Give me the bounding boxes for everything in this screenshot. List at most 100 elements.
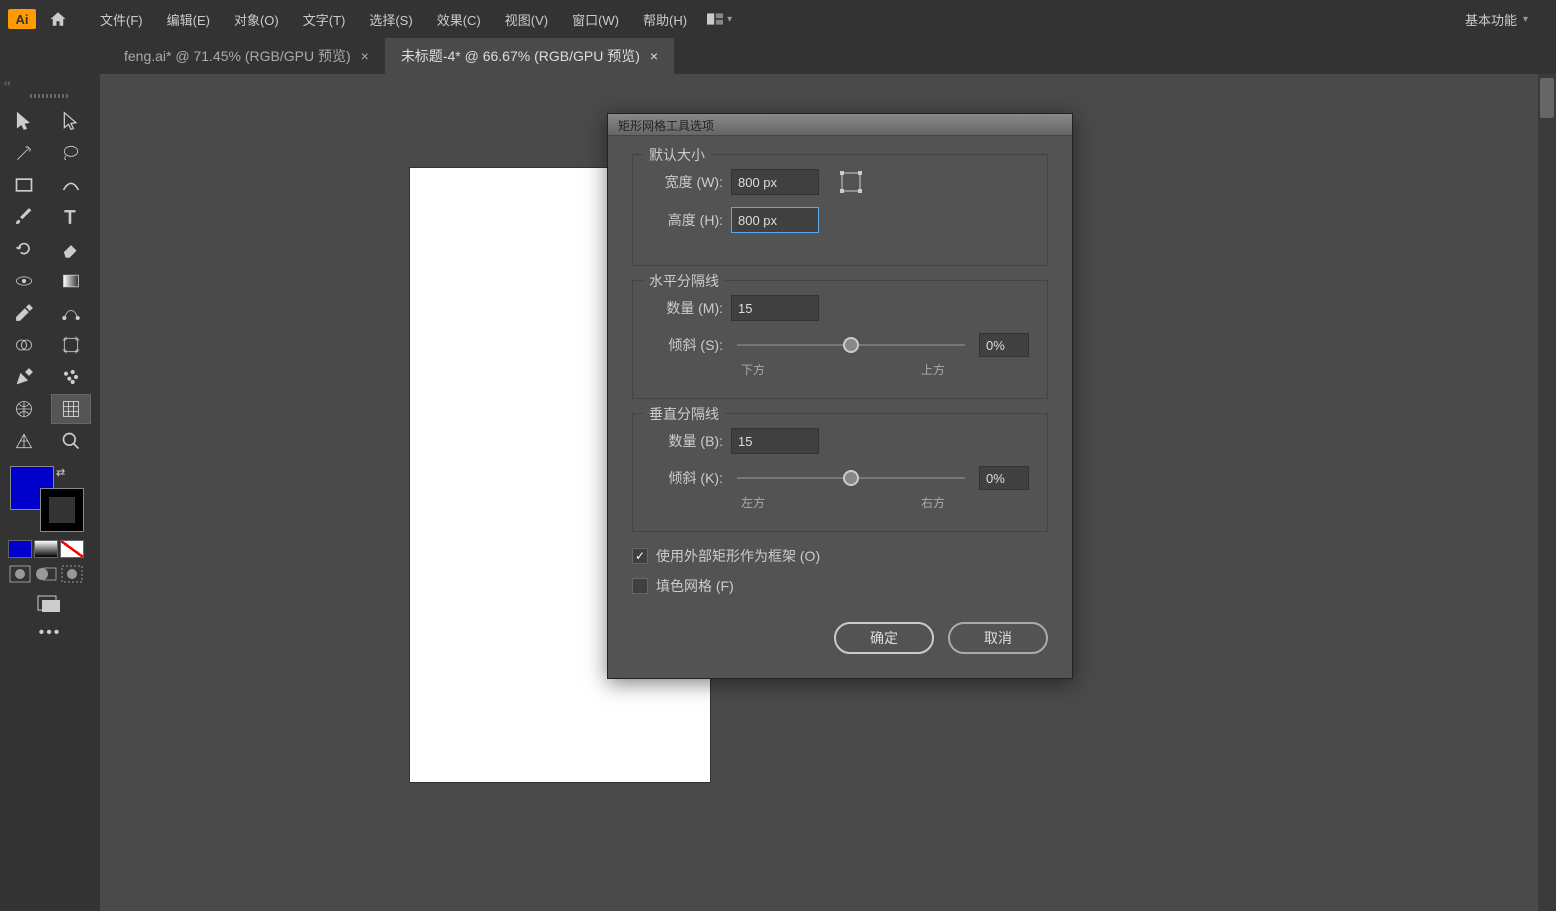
v-skew-slider[interactable] <box>737 477 965 479</box>
h-count-input[interactable] <box>731 295 819 321</box>
h-skew-slider[interactable] <box>737 344 965 346</box>
more-tools-icon[interactable]: ••• <box>0 620 100 646</box>
eraser-tool[interactable] <box>51 234 91 264</box>
swap-colors-icon[interactable]: ⇄ <box>56 466 65 479</box>
v-skew-high-label: 右方 <box>921 494 945 511</box>
fill-grid-label: 填色网格 (F) <box>656 576 734 596</box>
menu-type[interactable]: 文字(T) <box>291 4 358 35</box>
menu-file[interactable]: 文件(F) <box>88 4 155 35</box>
h-skew-low-label: 下方 <box>741 361 765 378</box>
section-title: 默认大小 <box>643 145 711 165</box>
close-icon[interactable]: × <box>650 48 658 64</box>
section-title: 垂直分隔线 <box>643 404 725 424</box>
draw-behind-icon[interactable] <box>34 564 58 584</box>
section-title: 水平分隔线 <box>643 271 725 291</box>
width-tool[interactable] <box>4 266 44 296</box>
pen-tool[interactable] <box>4 362 44 392</box>
document-tab[interactable]: feng.ai* @ 71.45% (RGB/GPU 预览) × <box>108 38 385 74</box>
vertical-scrollbar[interactable] <box>1538 74 1556 911</box>
v-count-label: 数量 (B): <box>651 431 723 451</box>
direct-selection-tool[interactable] <box>51 106 91 136</box>
h-skew-high-label: 上方 <box>921 361 945 378</box>
chevron-down-icon: ▾ <box>1523 14 1528 25</box>
draw-normal-icon[interactable] <box>8 564 32 584</box>
chevron-down-icon: ▾ <box>727 14 732 25</box>
svg-text:T: T <box>64 207 75 227</box>
height-label: 高度 (H): <box>651 210 723 230</box>
paintbrush-tool[interactable] <box>4 202 44 232</box>
perspective-grid-tool[interactable] <box>4 426 44 456</box>
menu-bar: Ai 文件(F) 编辑(E) 对象(O) 文字(T) 选择(S) 效果(C) 视… <box>0 0 1556 38</box>
collapse-toggle[interactable]: ‹‹ <box>0 78 100 90</box>
blend-tool[interactable] <box>51 298 91 328</box>
stroke-color-swatch[interactable] <box>40 488 84 532</box>
rectangular-grid-tool[interactable] <box>51 394 91 424</box>
screen-mode[interactable] <box>0 588 100 620</box>
magic-wand-tool[interactable] <box>4 138 44 168</box>
workspace-label: 基本功能 <box>1465 10 1517 29</box>
zoom-tool[interactable] <box>51 426 91 456</box>
width-input[interactable] <box>731 169 819 195</box>
rectangular-grid-options-dialog: 矩形网格工具选项 默认大小 宽度 (W): 高度 (H): 水平分隔线 数量 (… <box>607 113 1073 679</box>
rectangle-tool[interactable] <box>4 170 44 200</box>
menu-object[interactable]: 对象(O) <box>222 4 291 35</box>
use-frame-checkbox[interactable] <box>632 548 648 564</box>
home-icon[interactable] <box>48 10 68 28</box>
ok-button[interactable]: 确定 <box>834 622 934 654</box>
panel-grip[interactable] <box>0 92 100 100</box>
color-mode-gradient[interactable] <box>34 540 58 558</box>
color-swatches: ⇄ <box>0 460 100 538</box>
vertical-dividers-section: 垂直分隔线 数量 (B): 倾斜 (K): 0% 左方 右方 <box>632 413 1048 532</box>
mesh-tool[interactable] <box>4 394 44 424</box>
horizontal-dividers-section: 水平分隔线 数量 (M): 倾斜 (S): 0% 下方 上方 <box>632 280 1048 399</box>
v-count-input[interactable] <box>731 428 819 454</box>
menu-select[interactable]: 选择(S) <box>357 4 424 35</box>
v-skew-label: 倾斜 (K): <box>651 468 723 488</box>
drawing-modes <box>0 560 100 588</box>
tab-label: feng.ai* @ 71.45% (RGB/GPU 预览) <box>124 46 351 66</box>
fill-grid-checkbox[interactable] <box>632 578 648 594</box>
document-tabs: feng.ai* @ 71.45% (RGB/GPU 预览) × 未标题-4* … <box>0 38 1556 74</box>
menu-edit[interactable]: 编辑(E) <box>155 4 222 35</box>
width-label: 宽度 (W): <box>651 172 723 192</box>
height-input[interactable] <box>731 207 819 233</box>
symbol-sprayer-tool[interactable] <box>51 362 91 392</box>
menu-window[interactable]: 窗口(W) <box>560 4 631 35</box>
default-size-section: 默认大小 宽度 (W): 高度 (H): <box>632 154 1048 266</box>
v-skew-value[interactable]: 0% <box>979 466 1029 490</box>
slider-thumb[interactable] <box>843 337 859 353</box>
menu-view[interactable]: 视图(V) <box>493 4 560 35</box>
workspace-switcher[interactable]: 基本功能 ▾ <box>1465 10 1548 29</box>
rotate-tool[interactable] <box>4 234 44 264</box>
selection-tool[interactable] <box>4 106 44 136</box>
document-tab[interactable]: 未标题-4* @ 66.67% (RGB/GPU 预览) × <box>385 38 674 74</box>
gradient-tool[interactable] <box>51 266 91 296</box>
close-icon[interactable]: × <box>361 48 369 64</box>
app-logo: Ai <box>8 9 36 29</box>
dialog-title[interactable]: 矩形网格工具选项 <box>608 114 1072 136</box>
h-skew-value[interactable]: 0% <box>979 333 1029 357</box>
line-segment-tool[interactable] <box>51 170 91 200</box>
h-skew-label: 倾斜 (S): <box>651 335 723 355</box>
scrollbar-thumb[interactable] <box>1540 78 1554 118</box>
color-mode-solid[interactable] <box>8 540 32 558</box>
eyedropper-tool[interactable] <box>4 298 44 328</box>
type-tool[interactable]: T <box>51 202 91 232</box>
menu-items: 文件(F) 编辑(E) 对象(O) 文字(T) 选择(S) 效果(C) 视图(V… <box>88 4 699 35</box>
h-count-label: 数量 (M): <box>651 298 723 318</box>
lasso-tool[interactable] <box>51 138 91 168</box>
tools-panel: ‹‹ T ⇄ <box>0 74 100 911</box>
cancel-button[interactable]: 取消 <box>948 622 1048 654</box>
artboard-tool[interactable] <box>51 330 91 360</box>
v-skew-low-label: 左方 <box>741 494 765 511</box>
use-frame-label: 使用外部矩形作为框架 (O) <box>656 546 820 566</box>
draw-inside-icon[interactable] <box>60 564 84 584</box>
constrain-proportions-icon[interactable] <box>839 170 863 194</box>
slider-thumb[interactable] <box>843 470 859 486</box>
color-modes <box>0 538 100 560</box>
color-mode-none[interactable] <box>60 540 84 558</box>
shape-builder-tool[interactable] <box>4 330 44 360</box>
menu-effect[interactable]: 效果(C) <box>425 4 493 35</box>
menu-help[interactable]: 帮助(H) <box>631 4 699 35</box>
arrange-documents[interactable]: ▾ <box>707 13 732 25</box>
